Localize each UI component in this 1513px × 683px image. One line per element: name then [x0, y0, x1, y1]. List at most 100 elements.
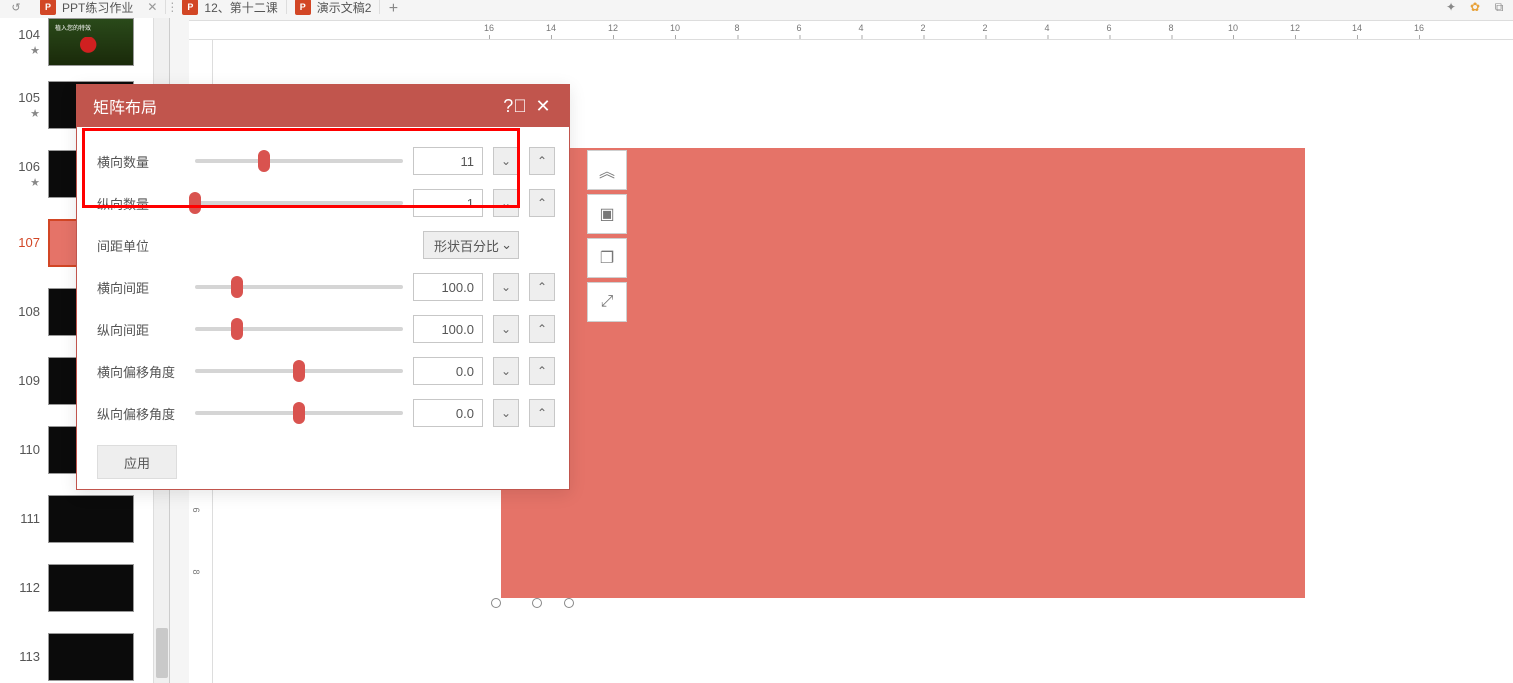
- tab-label: PPT练习作业: [62, 0, 133, 16]
- tab-lesson-12[interactable]: P 12、第十二课: [174, 0, 286, 14]
- animation-star-icon: ★: [30, 107, 40, 120]
- spin-up-h-count[interactable]: ⌃: [529, 147, 555, 175]
- slider-v-gap[interactable]: [195, 327, 403, 331]
- powerpoint-icon: P: [40, 0, 56, 15]
- mini-collapse-up-icon[interactable]: ︽: [587, 150, 627, 190]
- tab-history-icon[interactable]: ↺: [0, 0, 32, 14]
- dropdown-unit[interactable]: 形状百分比 ⌄: [423, 231, 519, 259]
- tab-ppt-exercise[interactable]: P PPT练习作业 ✕: [32, 0, 166, 14]
- ruler-tick: 2: [920, 23, 925, 33]
- dialog-titlebar[interactable]: 矩阵布局 ?⃝ ✕: [77, 85, 569, 127]
- magic-icon[interactable]: ✦: [1441, 0, 1461, 14]
- ruler-tick: 4: [1044, 23, 1049, 33]
- horizontal-ruler: 161412108642246810121416: [189, 20, 1513, 40]
- gear-icon[interactable]: ✿: [1465, 0, 1485, 14]
- input-v-gap[interactable]: [413, 315, 483, 343]
- slider-v-offset[interactable]: [195, 411, 403, 415]
- window-split-icon[interactable]: ⧉: [1489, 0, 1509, 14]
- mini-duplicate-icon[interactable]: ❐: [587, 238, 627, 278]
- dialog-body: 横向数量 ⌄ ⌃ 纵向数量 ⌄ ⌃ 间距单位 形状百分比 ⌄ 横向间距: [77, 127, 569, 489]
- spin-up-h-offset[interactable]: ⌃: [529, 357, 555, 385]
- ruler-tick: 12: [608, 23, 618, 33]
- slide-preview-caption: 植入您的特效: [55, 23, 91, 32]
- ruler-tick: 2: [982, 23, 987, 33]
- row-h-offset: 横向偏移角度 ⌄ ⌃: [97, 355, 555, 387]
- slider-h-offset[interactable]: [195, 369, 403, 373]
- matrix-layout-dialog: 矩阵布局 ?⃝ ✕ 横向数量 ⌄ ⌃ 纵向数量 ⌄ ⌃ 间距单位 形状百分比 ⌄: [76, 84, 570, 490]
- help-icon[interactable]: ?⃝: [501, 92, 529, 120]
- row-v-count: 纵向数量 ⌄ ⌃: [97, 187, 555, 219]
- label-h-gap: 横向间距: [97, 278, 185, 297]
- slide-thumbnail[interactable]: 113: [0, 622, 169, 683]
- powerpoint-icon: P: [295, 0, 311, 15]
- label-v-offset: 纵向偏移角度: [97, 404, 185, 423]
- slide-preview: 植入您的特效: [48, 18, 134, 66]
- input-h-offset[interactable]: [413, 357, 483, 385]
- spin-down-v-count[interactable]: ⌄: [493, 189, 519, 217]
- slide-number: 111: [6, 511, 40, 526]
- spin-up-v-gap[interactable]: ⌃: [529, 315, 555, 343]
- label-unit: 间距单位: [97, 236, 185, 255]
- slide-number: 107: [6, 235, 40, 250]
- spin-up-v-count[interactable]: ⌃: [529, 189, 555, 217]
- row-h-gap: 横向间距 ⌄ ⌃: [97, 271, 555, 303]
- spin-down-h-offset[interactable]: ⌄: [493, 357, 519, 385]
- tab-label: 12、第十二课: [204, 0, 277, 16]
- resize-handle-s1[interactable]: [532, 598, 542, 608]
- mini-align-center-icon[interactable]: ▣: [587, 194, 627, 234]
- row-h-count: 横向数量 ⌄ ⌃: [97, 145, 555, 177]
- spin-down-v-offset[interactable]: ⌄: [493, 399, 519, 427]
- new-tab-button[interactable]: +: [380, 0, 406, 18]
- chevron-down-icon: ⌄: [501, 237, 512, 253]
- mini-expand-arrow-icon[interactable]: ⤢: [587, 282, 627, 322]
- close-icon[interactable]: ✕: [529, 92, 557, 120]
- slide-number: 110: [6, 442, 40, 457]
- slide-preview: [48, 633, 134, 681]
- slide-number: 106★: [6, 159, 40, 189]
- label-h-offset: 横向偏移角度: [97, 362, 185, 381]
- slide-number: 105★: [6, 90, 40, 120]
- close-icon[interactable]: ✕: [147, 0, 157, 14]
- animation-star-icon: ★: [30, 176, 40, 189]
- slide-number: 112: [6, 580, 40, 595]
- scrollbar-thumb[interactable]: [156, 628, 168, 678]
- ruler-tick: 16: [1414, 23, 1424, 33]
- input-v-offset[interactable]: [413, 399, 483, 427]
- ruler-tick: 4: [858, 23, 863, 33]
- ruler-tick: 10: [1228, 23, 1238, 33]
- ruler-tick: 14: [1352, 23, 1362, 33]
- input-v-count[interactable]: [413, 189, 483, 217]
- shape-mini-toolbar: ︽ ▣ ❐ ⤢: [587, 150, 627, 322]
- spin-up-h-gap[interactable]: ⌃: [529, 273, 555, 301]
- apply-button[interactable]: 应用: [97, 445, 177, 479]
- top-right-toolbar: ✦ ✿ ⧉: [1441, 0, 1513, 14]
- tab-separator: ⋮: [166, 0, 174, 14]
- ruler-tick: 6: [1106, 23, 1111, 33]
- input-h-gap[interactable]: [413, 273, 483, 301]
- resize-handle-s2[interactable]: [564, 598, 574, 608]
- slide-number: 113: [6, 649, 40, 664]
- spin-down-h-count[interactable]: ⌄: [493, 147, 519, 175]
- input-h-count[interactable]: [413, 147, 483, 175]
- ruler-tick: 6: [191, 507, 201, 512]
- slider-h-count[interactable]: [195, 159, 403, 163]
- document-tab-bar: ↺ P PPT练习作业 ✕ ⋮ P 12、第十二课 P 演示文稿2 + ✦ ✿ …: [0, 0, 1513, 18]
- row-unit: 间距单位 形状百分比 ⌄: [97, 229, 555, 261]
- slide-number: 104★: [6, 27, 40, 57]
- spin-up-v-offset[interactable]: ⌃: [529, 399, 555, 427]
- resize-handle-sw[interactable]: [491, 598, 501, 608]
- label-v-count: 纵向数量: [97, 194, 185, 213]
- slide-thumbnail[interactable]: 104★ 植入您的特效: [0, 18, 169, 70]
- slide-thumbnail[interactable]: 111: [0, 484, 169, 553]
- tab-presentation-2[interactable]: P 演示文稿2: [287, 0, 381, 14]
- slider-v-count[interactable]: [195, 201, 403, 205]
- slider-h-gap[interactable]: [195, 285, 403, 289]
- slide-thumbnail[interactable]: 112: [0, 553, 169, 622]
- ruler-tick: 10: [670, 23, 680, 33]
- powerpoint-icon: P: [182, 0, 198, 15]
- ruler-tick: 8: [191, 569, 201, 574]
- spin-down-v-gap[interactable]: ⌄: [493, 315, 519, 343]
- spin-down-h-gap[interactable]: ⌄: [493, 273, 519, 301]
- slide-number: 109: [6, 373, 40, 388]
- row-v-offset: 纵向偏移角度 ⌄ ⌃: [97, 397, 555, 429]
